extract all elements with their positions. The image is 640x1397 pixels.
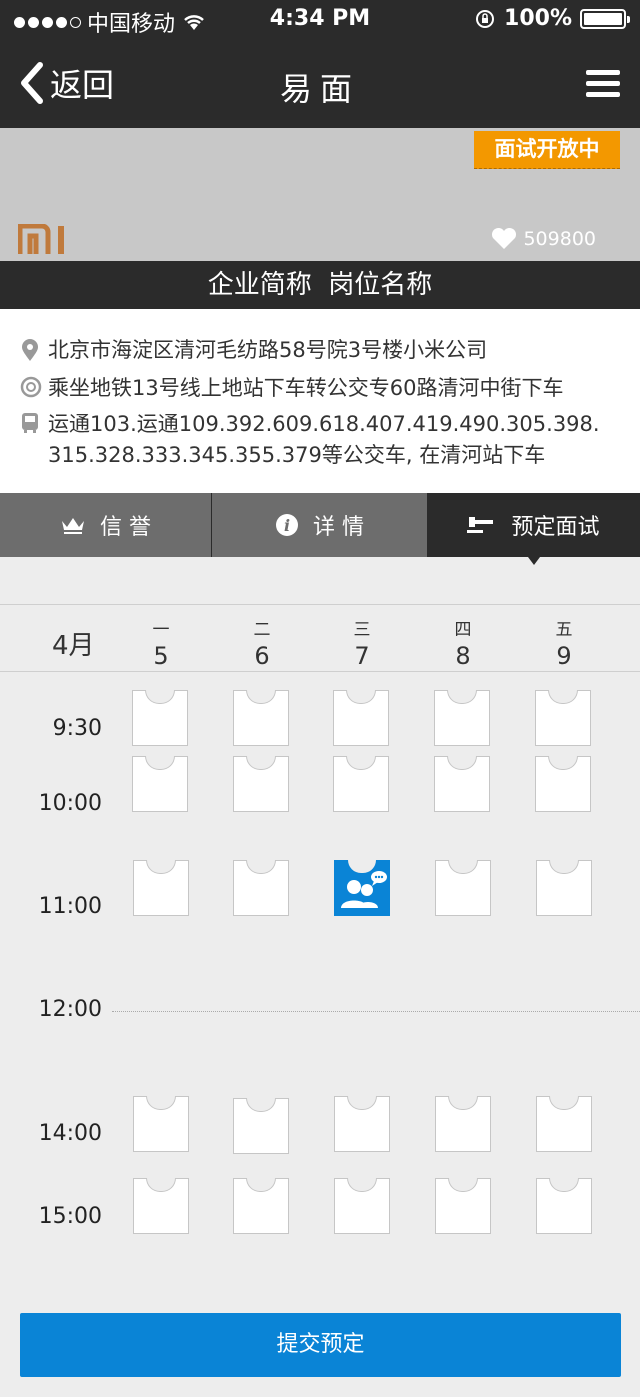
weekday: 三 bbox=[353, 620, 371, 640]
subway-row: 乘坐地铁13号线上地站下车转公交专60路清河中街下车 bbox=[20, 373, 626, 404]
time-slot[interactable] bbox=[333, 690, 389, 746]
time-label: 14:00 bbox=[38, 1121, 102, 1146]
time-slot[interactable] bbox=[334, 1096, 390, 1152]
booked-slot[interactable] bbox=[334, 860, 390, 916]
likes-count: 509800 bbox=[523, 228, 596, 250]
rotation-lock-icon bbox=[476, 9, 495, 28]
time-slot[interactable] bbox=[435, 860, 491, 916]
tab-label: 详 情 bbox=[313, 515, 364, 540]
day-column-header: 四 8 bbox=[433, 615, 493, 670]
time-slot[interactable] bbox=[536, 1096, 592, 1152]
tab-label: 预定面试 bbox=[511, 515, 600, 540]
location-info: 北京市海淀区清河毛纺路58号院3号楼小米公司 乘坐地铁13号线上地站下车转公交专… bbox=[0, 309, 640, 493]
time-slot[interactable] bbox=[434, 756, 490, 812]
time-label: 9:30 bbox=[52, 716, 102, 741]
date: 5 bbox=[153, 642, 169, 670]
day-column-header: 二 6 bbox=[232, 615, 292, 670]
tab-details[interactable]: i 详 情 bbox=[212, 493, 427, 557]
time-slot[interactable] bbox=[133, 1096, 189, 1152]
tab-book-interview[interactable]: 预定面试 bbox=[427, 493, 640, 565]
company-logo bbox=[18, 224, 64, 254]
time-slot[interactable] bbox=[133, 1178, 189, 1234]
address-text: 北京市海淀区清河毛纺路58号院3号楼小米公司 bbox=[48, 338, 488, 362]
time-slot[interactable] bbox=[233, 690, 289, 746]
tab-label: 信 誉 bbox=[100, 515, 151, 540]
time-slot[interactable] bbox=[233, 756, 289, 812]
company-banner: 面试开放中 509800 bbox=[0, 128, 640, 261]
weekday: 一 bbox=[152, 620, 170, 640]
subway-text: 乘坐地铁13号线上地站下车转公交专60路清河中街下车 bbox=[48, 376, 564, 400]
info-icon: i bbox=[276, 514, 298, 536]
battery-percent: 100% bbox=[504, 6, 572, 31]
time-slot[interactable] bbox=[535, 690, 591, 746]
time-slot[interactable] bbox=[233, 1098, 289, 1154]
subway-icon bbox=[20, 376, 42, 398]
time-label: 11:00 bbox=[38, 894, 102, 919]
bus-row: 运通103.运通109.392.609.618.407.419.490.305.… bbox=[20, 409, 626, 471]
month-label: 4月 bbox=[52, 631, 95, 661]
company-title: 企业简称 岗位名称 bbox=[0, 261, 640, 309]
date: 9 bbox=[556, 642, 572, 670]
time-slot[interactable] bbox=[132, 690, 188, 746]
bus-text-line1: 运通103.运通109.392.609.618.407.419.490.305.… bbox=[48, 412, 600, 436]
time-slot[interactable] bbox=[536, 1178, 592, 1234]
likes-counter[interactable]: 509800 bbox=[491, 228, 596, 250]
menu-icon[interactable] bbox=[586, 70, 620, 98]
time-label: 10:00 bbox=[38, 791, 102, 816]
weekday: 五 bbox=[555, 620, 573, 640]
date: 8 bbox=[455, 642, 471, 670]
address-row: 北京市海淀区清河毛纺路58号院3号楼小米公司 bbox=[20, 335, 626, 367]
status-bar: 中国移动 4:34 PM 100% bbox=[0, 0, 640, 40]
day-column-header: 一 5 bbox=[131, 615, 191, 670]
svg-text:i: i bbox=[284, 516, 290, 535]
lunch-divider bbox=[112, 1011, 640, 1012]
bus-icon bbox=[22, 413, 38, 433]
status-badge: 面试开放中 bbox=[474, 131, 620, 169]
interview-icon bbox=[341, 871, 387, 908]
weekday: 四 bbox=[454, 620, 472, 640]
time-slot[interactable] bbox=[435, 1178, 491, 1234]
calendar-header: 4月 一 5 二 6 三 7 四 8 五 9 bbox=[0, 604, 640, 672]
time-slot[interactable] bbox=[334, 1178, 390, 1234]
time-slot[interactable] bbox=[535, 756, 591, 812]
time-slot[interactable] bbox=[133, 860, 189, 916]
submit-booking-button[interactable]: 提交预定 bbox=[20, 1313, 621, 1377]
date: 6 bbox=[254, 642, 270, 670]
time-slot[interactable] bbox=[233, 1178, 289, 1234]
heart-icon bbox=[492, 228, 517, 249]
time-slot[interactable] bbox=[435, 1096, 491, 1152]
tab-bar: 信 誉 i 详 情 预定面试 bbox=[0, 493, 640, 565]
time-slot[interactable] bbox=[233, 860, 289, 916]
time-label: 12:00 bbox=[38, 997, 102, 1022]
gavel-icon bbox=[467, 517, 494, 533]
location-pin-icon bbox=[22, 339, 38, 361]
nav-bar: 返回 易面 bbox=[0, 40, 640, 128]
time-slot[interactable] bbox=[333, 756, 389, 812]
date: 7 bbox=[354, 642, 370, 670]
day-column-header: 三 7 bbox=[332, 615, 392, 670]
tab-reputation[interactable]: 信 誉 bbox=[0, 493, 212, 557]
day-column-header: 五 9 bbox=[534, 615, 594, 670]
bus-text-line2: 315.328.333.345.355.379等公交车, 在清河站下车 bbox=[48, 443, 546, 467]
status-right: 100% bbox=[474, 6, 630, 31]
crown-icon bbox=[62, 518, 84, 534]
time-slot[interactable] bbox=[132, 756, 188, 812]
time-slot[interactable] bbox=[536, 860, 592, 916]
battery-icon bbox=[580, 8, 630, 29]
page-title: 易面 bbox=[279, 70, 360, 108]
time-label: 15:00 bbox=[38, 1204, 102, 1229]
weekday: 二 bbox=[253, 620, 271, 640]
time-slot[interactable] bbox=[434, 690, 490, 746]
